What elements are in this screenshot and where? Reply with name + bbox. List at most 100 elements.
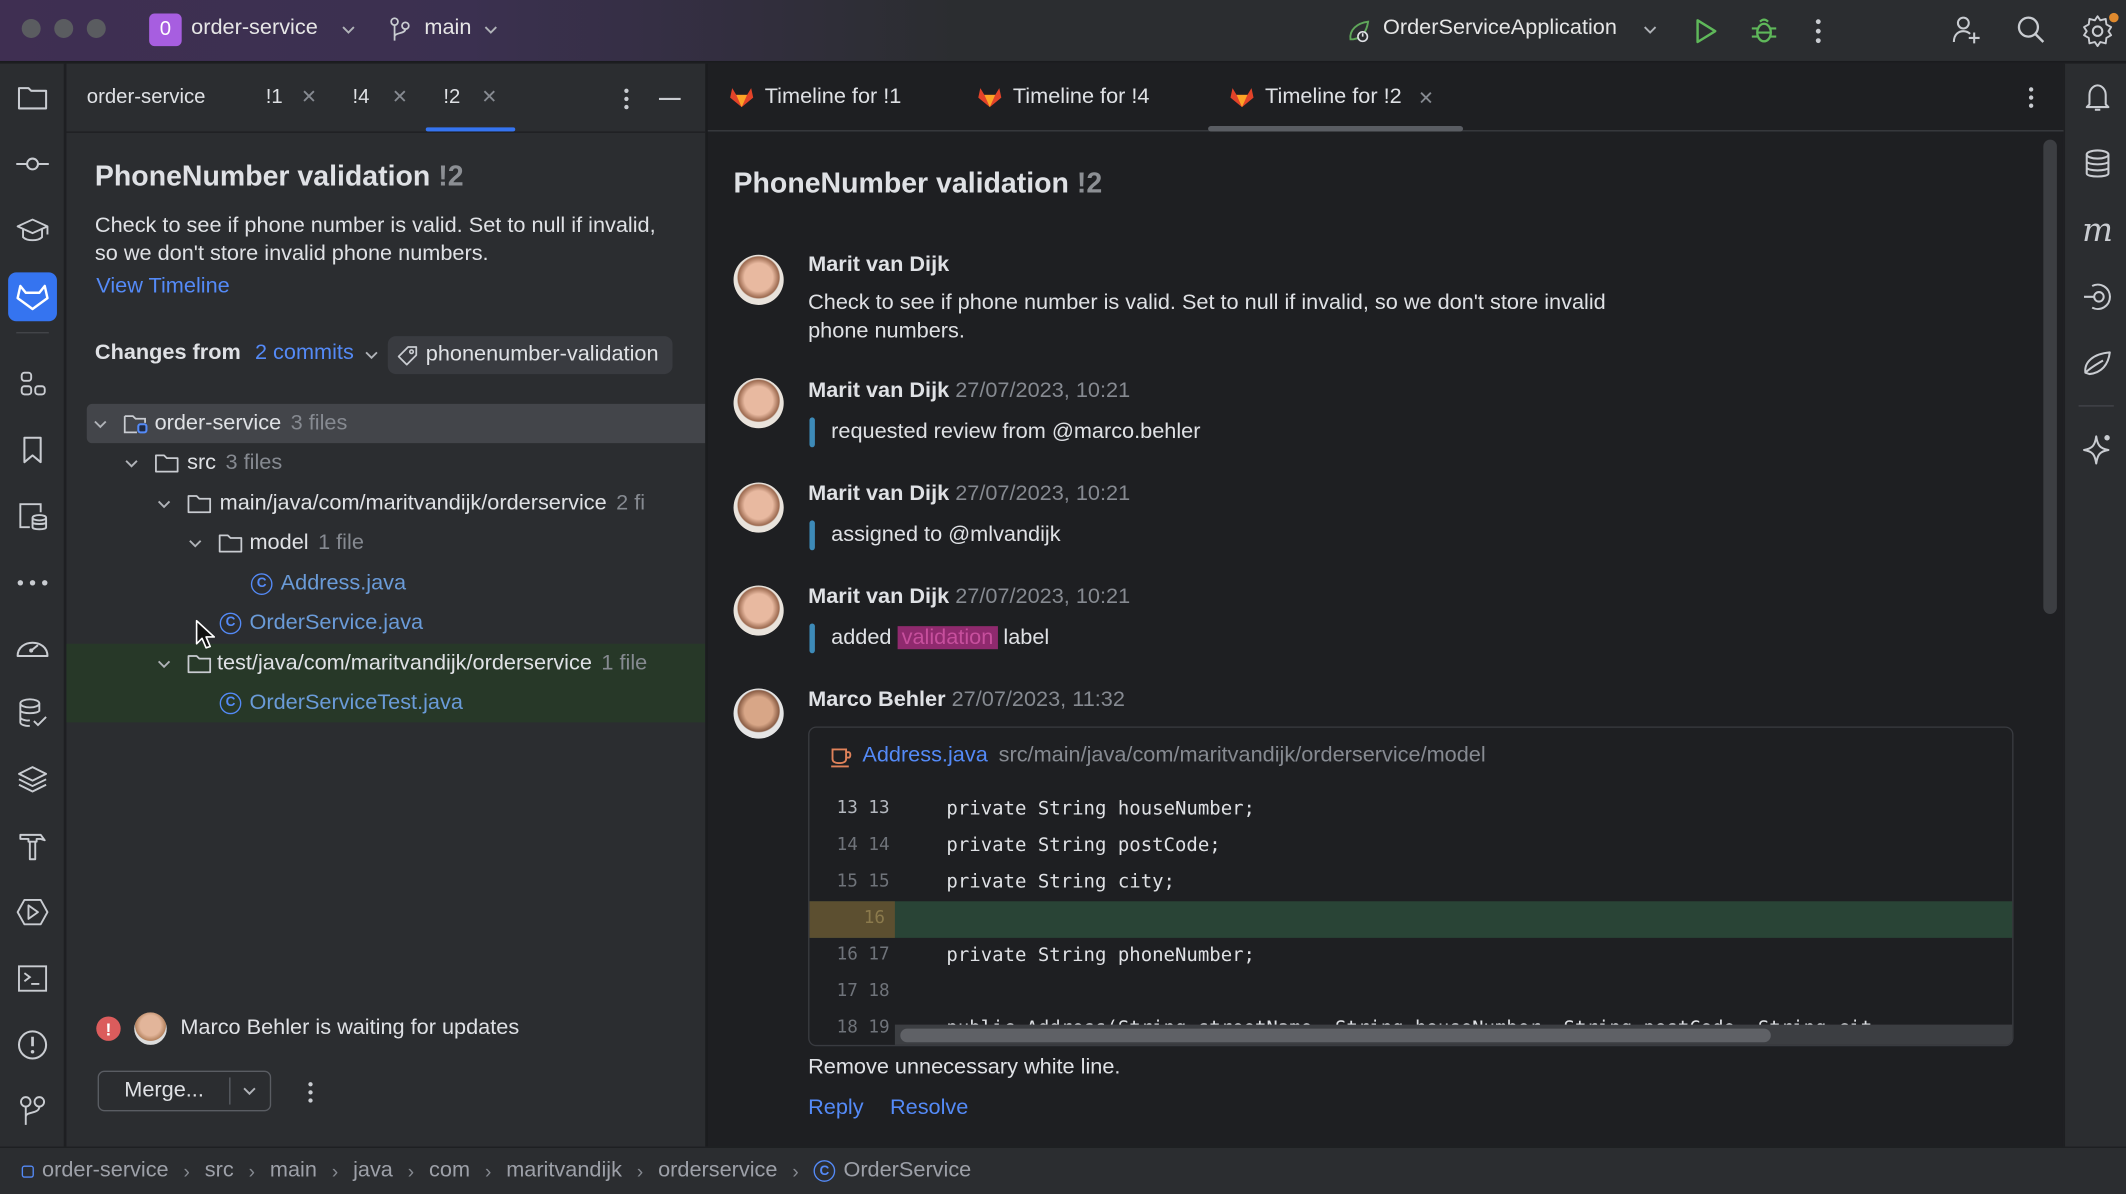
horizontal-scrollbar[interactable] (894, 1024, 2013, 1045)
merge-button[interactable]: Merge... (97, 1070, 272, 1112)
timeline-event-header: Marit van Dijk (808, 253, 949, 277)
breadcrumb-separator-icon: › (248, 1160, 255, 1182)
project-selector[interactable]: order-service (191, 16, 318, 40)
close-tab-icon[interactable]: ✕ (1418, 86, 1434, 109)
add-user-icon[interactable] (1950, 14, 1983, 47)
editor-tab-timeline-2[interactable]: Timeline for !2 ✕ (1230, 85, 1434, 109)
merge-button-label[interactable]: Merge... (99, 1079, 229, 1103)
tree-row-file[interactable]: C OrderServiceTest.java (219, 683, 463, 722)
search-icon[interactable] (2015, 14, 2048, 47)
editor-tab-timeline-4[interactable]: Timeline for !4 (978, 85, 1150, 109)
database-changes-tool-button[interactable] (14, 694, 52, 732)
tree-row-folder[interactable]: src 3 files (123, 443, 282, 482)
gitlab-merge-requests-tool-button[interactable] (8, 272, 57, 322)
author-name[interactable]: Marit van Dijk (808, 379, 949, 402)
tree-row-file[interactable]: C OrderService.java (219, 603, 423, 642)
maven-button[interactable]: m (2080, 213, 2115, 248)
endpoints-button[interactable] (2080, 279, 2115, 314)
terminal-tool-button[interactable] (14, 960, 52, 998)
reply-link[interactable]: Reply (808, 1096, 863, 1119)
more-actions-icon[interactable] (304, 1079, 318, 1106)
bookmarks-tool-button[interactable] (14, 431, 52, 469)
breadcrumb-item[interactable]: order-service (42, 1159, 169, 1183)
more-actions-icon[interactable] (1811, 16, 1825, 46)
diff-file-name[interactable]: Address.java (862, 744, 987, 768)
notifications-button[interactable] (2080, 80, 2115, 115)
window-zoom-button[interactable] (86, 18, 106, 38)
tree-row-module[interactable]: order-service 3 files (92, 404, 347, 443)
author-name[interactable]: Marit van Dijk (808, 253, 949, 276)
minimize-panel-icon[interactable] (658, 96, 682, 101)
java-class-icon: C (250, 572, 273, 595)
panel-options-icon[interactable] (620, 85, 634, 112)
close-tab-icon[interactable]: ✕ (481, 85, 497, 108)
learn-tool-button[interactable] (14, 211, 52, 249)
gitlab-logo-icon (978, 88, 1002, 108)
breadcrumb-item[interactable]: orderservice (658, 1159, 777, 1183)
more-tools-button[interactable] (14, 564, 52, 602)
problems-tool-button[interactable] (14, 1026, 52, 1064)
timeline-event-body: added validation label (831, 623, 1049, 651)
run-icon[interactable] (1692, 16, 1719, 46)
tab-mr-4[interactable]: !4 (353, 85, 370, 108)
tab-order-service[interactable]: order-service (87, 85, 206, 108)
database-file-icon (19, 503, 48, 531)
scrollbar-thumb[interactable] (900, 1028, 1771, 1043)
build-tool-button[interactable] (14, 827, 52, 865)
editor-tab-timeline-1[interactable]: Timeline for !1 (729, 85, 901, 109)
gitlab-logo-icon (730, 88, 754, 108)
services-tool-button[interactable] (14, 893, 52, 931)
debug-icon[interactable] (1749, 15, 1779, 45)
resolve-link[interactable]: Resolve (890, 1096, 968, 1119)
breadcrumb-item[interactable]: maritvandijk (506, 1159, 622, 1183)
chevron-down-icon[interactable] (187, 536, 203, 550)
chevron-down-icon[interactable] (241, 1084, 257, 1098)
tree-row-folder[interactable]: test/java/com/maritvandijk/orderservice 1… (156, 644, 647, 683)
breadcrumb-item[interactable]: src (205, 1159, 234, 1183)
tree-row-folder[interactable]: model 1 file (187, 523, 364, 562)
author-name[interactable]: Marit van Dijk (808, 482, 949, 505)
run-config-selector[interactable]: OrderServiceApplication (1383, 16, 1617, 40)
window-minimize-button[interactable] (54, 18, 74, 38)
author-name[interactable]: Marit van Dijk (808, 585, 949, 608)
commits-dropdown[interactable]: 2 commits (255, 342, 354, 365)
chevron-down-icon[interactable] (156, 497, 172, 511)
breadcrumb-separator-icon: › (636, 1160, 644, 1182)
database-button[interactable] (2080, 146, 2115, 181)
tab-mr-2[interactable]: !2 (443, 85, 460, 108)
author-name[interactable]: Marco Behler (808, 688, 945, 711)
commit-tool-button[interactable] (14, 145, 52, 183)
author-avatar (733, 585, 784, 636)
project-badge[interactable]: 0 (149, 13, 182, 47)
tree-item-name: test/java/com/maritvandijk/orderservice (216, 651, 592, 675)
breadcrumb-item[interactable]: java (353, 1159, 393, 1183)
chevron-down-icon[interactable] (363, 348, 379, 362)
chevron-down-icon[interactable] (92, 417, 108, 431)
mr-number: !2 (438, 161, 464, 193)
chevron-down-icon[interactable] (156, 657, 172, 671)
close-tab-icon[interactable]: ✕ (392, 85, 408, 108)
breadcrumb-item[interactable]: com (429, 1159, 470, 1183)
breadcrumb-item[interactable]: OrderService (843, 1159, 971, 1183)
git-tool-button[interactable] (14, 1092, 52, 1130)
branch-selector[interactable]: main (424, 16, 471, 40)
settings-gear-icon[interactable] (2081, 12, 2119, 50)
tree-row-file[interactable]: C Address.java (250, 564, 406, 603)
tab-mr-1[interactable]: !1 (266, 85, 283, 108)
breadcrumb-item[interactable]: main (270, 1159, 317, 1183)
ai-assistant-button[interactable] (2080, 431, 2115, 466)
chevron-down-icon[interactable] (123, 456, 139, 470)
tree-row-folder[interactable]: main/java/com/maritvandijk/orderservice 2… (156, 484, 645, 523)
editor-options-icon[interactable] (2024, 84, 2038, 111)
database-explorer-tool-button[interactable] (14, 497, 52, 535)
close-tab-icon[interactable]: ✕ (301, 85, 317, 108)
layers-tool-button[interactable] (14, 760, 52, 798)
window-close-button[interactable] (21, 18, 41, 38)
label-chip[interactable]: validation (897, 626, 998, 650)
project-tool-button[interactable] (14, 79, 52, 117)
profiler-tool-button[interactable] (14, 628, 52, 666)
structure-tool-button[interactable] (14, 365, 52, 403)
spring-button[interactable] (2080, 346, 2115, 381)
view-timeline-link[interactable]: View Timeline (96, 275, 229, 299)
vertical-scrollbar[interactable] (2043, 139, 2057, 614)
